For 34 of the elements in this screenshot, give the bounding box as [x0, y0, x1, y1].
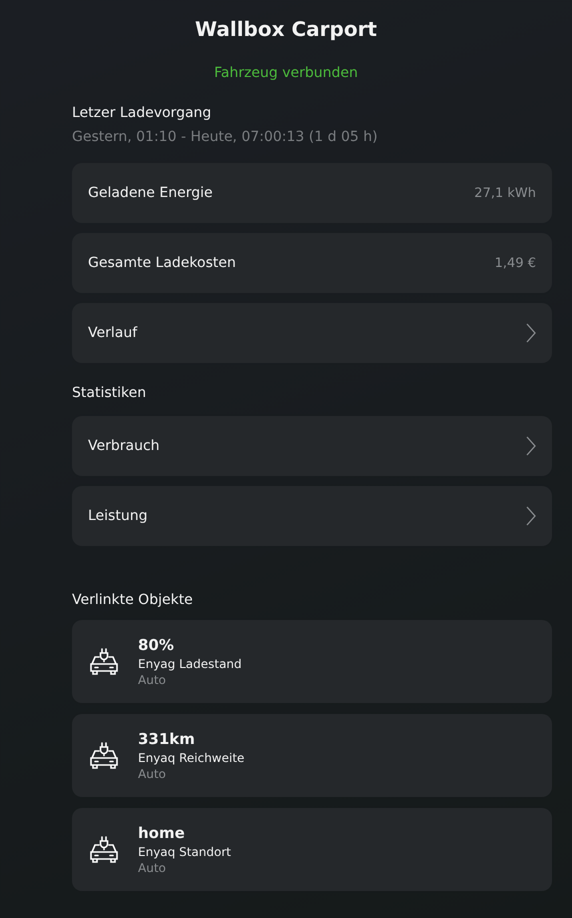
object-type: Auto [138, 673, 166, 687]
charge-period: Gestern, 01:10 - Heute, 07:00:13 (1 d 05 h) [72, 129, 378, 145]
row-label: Verlauf [88, 325, 138, 341]
connection-status: Fahrzeug verbunden [214, 65, 358, 81]
object-name: Enyaq Standort [138, 845, 231, 859]
linked-object-card[interactable]: 331km Enyaq Reichweite Auto [72, 714, 552, 797]
nav-row[interactable]: Leistung [72, 486, 552, 546]
object-type: Auto [138, 861, 166, 875]
nav-row[interactable]: Verbrauch [72, 416, 552, 476]
page-title: Wallbox Carport [195, 17, 377, 41]
object-type: Auto [138, 767, 166, 781]
row-value: 27,1 kWh [474, 186, 536, 200]
object-value: 331km [138, 730, 195, 748]
chevron-right-icon [526, 436, 536, 456]
row-value: 1,49 € [494, 256, 536, 270]
chevron-right-icon [526, 323, 536, 343]
row-label: Gesamte Ladekosten [88, 255, 236, 271]
linked-object-card[interactable]: 80% Enyag Ladestand Auto [72, 620, 552, 703]
section-heading: Verlinkte Objekte [72, 592, 193, 608]
nav-row[interactable]: Verlauf [72, 303, 552, 363]
row-label: Leistung [88, 508, 148, 524]
section-heading: Statistiken [72, 385, 146, 401]
row-label: Geladene Energie [88, 185, 213, 201]
object-value: home [138, 824, 185, 842]
car-plug-icon [88, 740, 120, 770]
chevron-right-icon [526, 506, 536, 526]
object-name: Enyag Ladestand [138, 657, 242, 671]
row-label: Verbrauch [88, 438, 160, 454]
car-plug-icon [88, 834, 120, 864]
linked-object-card[interactable]: home Enyaq Standort Auto [72, 808, 552, 891]
car-plug-icon [88, 646, 120, 676]
object-value: 80% [138, 636, 174, 654]
section-heading: Letzer Ladevorgang [72, 105, 212, 121]
object-name: Enyaq Reichweite [138, 751, 244, 765]
